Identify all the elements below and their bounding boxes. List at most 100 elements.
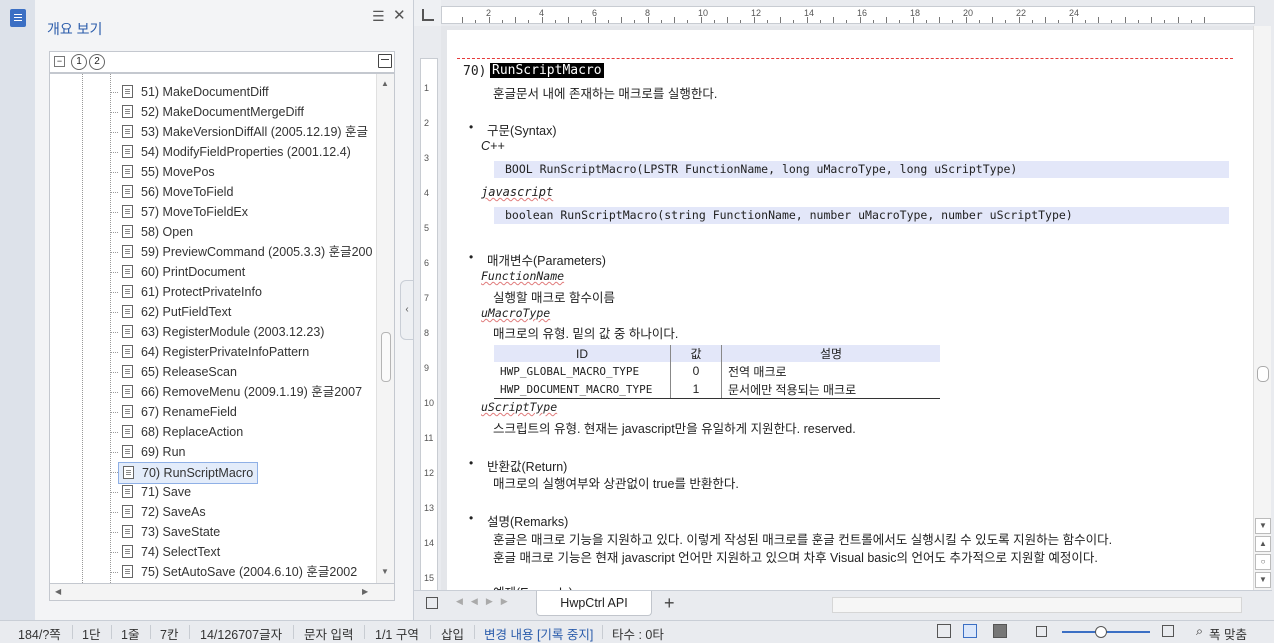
tree-item[interactable]: 73) SaveState bbox=[118, 522, 224, 542]
tree-item-label: 53) MakeVersionDiffAll (2005.12.19) 훈글 bbox=[141, 125, 369, 139]
tree-connector bbox=[110, 272, 118, 273]
panel-collapse-handle[interactable]: ‹ bbox=[400, 280, 414, 340]
table-cell: 전역 매크로 bbox=[721, 362, 940, 380]
tree-item[interactable]: 62) PutFieldText bbox=[118, 302, 235, 322]
tree-vertical-scrollbar[interactable]: ▲ ▼ bbox=[376, 74, 394, 583]
tree-item[interactable]: 75) SetAutoSave (2004.6.10) 훈글2002 bbox=[118, 562, 361, 582]
tree-item[interactable]: 59) PreviewCommand (2005.3.3) 훈글200 bbox=[118, 242, 376, 262]
tree-item[interactable]: 52) MakeDocumentMergeDiff bbox=[118, 102, 308, 122]
tree-item[interactable]: 64) RegisterPrivateInfoPattern bbox=[118, 342, 313, 362]
param-function-name: FunctionName bbox=[481, 269, 565, 283]
page-view-icon[interactable] bbox=[963, 624, 977, 638]
ruler-number: 20 bbox=[963, 8, 974, 18]
tree-item[interactable]: 67) RenameField bbox=[118, 402, 241, 422]
ruler-number: 1 bbox=[424, 83, 430, 93]
document-icon bbox=[122, 505, 133, 518]
tree-connector bbox=[110, 372, 118, 373]
tree-item-label: 56) MoveToField bbox=[141, 185, 234, 199]
document-vertical-scrollbar[interactable]: ▼ ▲ ○ ▼ bbox=[1253, 26, 1271, 590]
tree-item[interactable]: 56) MoveToField bbox=[118, 182, 237, 202]
panel-menu-icon[interactable]: ☰ bbox=[372, 8, 385, 25]
level-2-button[interactable]: 2 bbox=[89, 54, 105, 70]
tab-navigation-icon[interactable]: ◀◀▶▶ bbox=[456, 596, 516, 607]
ruler-number: 8 bbox=[424, 328, 430, 338]
ruler-corner-icon[interactable] bbox=[414, 0, 441, 26]
status-section[interactable]: 1/1 구역 bbox=[375, 624, 419, 643]
tree-item[interactable]: 68) ReplaceAction bbox=[118, 422, 247, 442]
close-icon[interactable]: ✕ bbox=[393, 6, 406, 24]
param-macro-type: uMacroType bbox=[481, 306, 551, 320]
tree-item[interactable]: 51) MakeDocumentDiff bbox=[118, 82, 273, 102]
ruler-number: 12 bbox=[424, 468, 435, 478]
table-cell: HWP_DOCUMENT_MACRO_TYPE bbox=[494, 380, 671, 399]
tree-connector bbox=[110, 312, 118, 313]
tree-item[interactable]: 72) SaveAs bbox=[118, 502, 210, 522]
document-horizontal-scrollbar[interactable] bbox=[832, 597, 1242, 613]
tree-item[interactable]: 54) ModifyFieldProperties (2001.12.4) bbox=[118, 142, 355, 162]
zoom-fit-label[interactable]: 폭 맞춤 bbox=[1209, 624, 1247, 643]
outline-view-icon[interactable] bbox=[10, 9, 26, 27]
status-track-changes[interactable]: 변경 내용 [기록 중지] bbox=[484, 624, 593, 643]
add-tab-button[interactable]: + bbox=[664, 593, 675, 614]
status-insert-mode[interactable]: 삽입 bbox=[441, 624, 464, 643]
heading-selected[interactable]: RunScriptMacro bbox=[490, 63, 604, 78]
normal-view-icon[interactable] bbox=[937, 624, 951, 638]
full-view-icon[interactable] bbox=[993, 624, 1007, 638]
next-page-button[interactable]: ▼ bbox=[1255, 572, 1271, 588]
document-icon bbox=[122, 365, 133, 378]
zoom-search-icon[interactable]: ⌕ bbox=[1196, 624, 1203, 639]
tree-item-label: 73) SaveState bbox=[141, 525, 221, 539]
save-icon[interactable] bbox=[378, 54, 392, 68]
tree-item[interactable]: 74) SelectText bbox=[118, 542, 224, 562]
tree-connector bbox=[110, 472, 118, 473]
vertical-ruler[interactable]: 12345678910111213141516 bbox=[420, 58, 438, 592]
remarks-line-2: 훈글 매크로 기능은 현재 javascript 언어만 지원하고 있으며 차후… bbox=[493, 551, 1098, 565]
example-heading-partial: 예제(Example) bbox=[493, 582, 573, 590]
tree-item[interactable]: 65) ReleaseScan bbox=[118, 362, 241, 382]
outline-tree: 51) MakeDocumentDiff 52) MakeDocumentMerg… bbox=[49, 73, 395, 584]
tree-connector bbox=[110, 452, 118, 453]
document-icon bbox=[122, 85, 133, 98]
status-input-mode[interactable]: 문자 입력 bbox=[304, 624, 353, 643]
tree-item[interactable]: 57) MoveToFieldEx bbox=[118, 202, 252, 222]
scroll-down-button[interactable]: ▼ bbox=[1255, 518, 1271, 534]
status-line: 1줄 bbox=[121, 628, 140, 642]
tree-item[interactable]: 63) RegisterModule (2003.12.23) bbox=[118, 322, 328, 342]
tree-item[interactable]: 60) PrintDocument bbox=[118, 262, 249, 282]
prev-page-button[interactable]: ▲ bbox=[1255, 536, 1271, 552]
table-cell: 1 bbox=[670, 380, 722, 399]
document-icon bbox=[122, 385, 133, 398]
tab-hwpctrl-api[interactable]: HwpCtrl API bbox=[536, 591, 652, 616]
tab-list-icon[interactable] bbox=[426, 597, 438, 609]
document-icon bbox=[122, 185, 133, 198]
tree-item-label: 58) Open bbox=[141, 225, 194, 239]
tree-item-label: 75) SetAutoSave (2004.6.10) 훈글2002 bbox=[141, 565, 358, 579]
tree-item[interactable]: 71) Save bbox=[118, 482, 195, 502]
tree-scroll-thumb[interactable] bbox=[381, 332, 391, 382]
ruler-number: 14 bbox=[804, 8, 815, 18]
remarks-line-1: 훈글은 매크로 기능을 지원하고 있다. 이렇게 작성된 매크로를 훈글 컨트롤… bbox=[493, 533, 1113, 547]
tree-item[interactable]: 55) MovePos bbox=[118, 162, 219, 182]
tree-item[interactable]: 69) Run bbox=[118, 442, 189, 462]
tree-item[interactable]: 66) RemoveMenu (2009.1.19) 훈글2007 bbox=[118, 382, 366, 402]
document-icon bbox=[122, 305, 133, 318]
tree-horizontal-scrollbar[interactable]: ◀ ▶ bbox=[49, 583, 395, 601]
zoom-in-icon[interactable] bbox=[1162, 625, 1174, 637]
status-column: 7칸 bbox=[160, 628, 179, 642]
outline-panel: 개요 보기 ☰ ✕ − 1 2 51) MakeDocumentDiff 52) … bbox=[35, 0, 414, 620]
zoom-slider-thumb[interactable] bbox=[1095, 626, 1107, 638]
tree-item-label: 65) ReleaseScan bbox=[141, 365, 237, 379]
page-list-button[interactable]: ○ bbox=[1255, 554, 1271, 570]
zoom-out-icon[interactable] bbox=[1036, 626, 1047, 637]
tree-item[interactable]: 58) Open bbox=[118, 222, 197, 242]
level-1-button[interactable]: 1 bbox=[71, 54, 87, 70]
tree-item[interactable]: 53) MakeVersionDiffAll (2005.12.19) 훈글 bbox=[118, 122, 372, 142]
tree-item[interactable]: 70) RunScriptMacro bbox=[118, 462, 259, 484]
document-scroll-thumb[interactable] bbox=[1257, 366, 1269, 382]
status-page[interactable]: 184/?쪽 bbox=[18, 624, 61, 643]
document-page[interactable]: 70) RunScriptMacro 훈글문서 내에 존재하는 매크로를 실행한… bbox=[447, 30, 1253, 590]
tree-item[interactable]: 61) ProtectPrivateInfo bbox=[118, 282, 266, 302]
syntax-heading: 구문(Syntax) bbox=[487, 124, 557, 138]
collapse-all-icon[interactable]: − bbox=[54, 56, 65, 67]
horizontal-ruler[interactable]: 2 4 6 8 10 12 14 16 18 20 22 24 bbox=[441, 6, 1255, 24]
